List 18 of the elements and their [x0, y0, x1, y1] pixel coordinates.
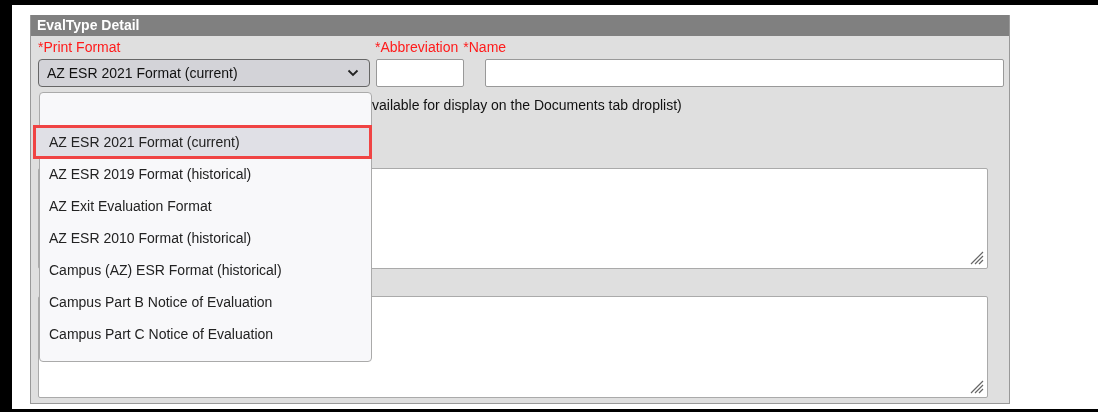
resize-grip-icon	[970, 380, 984, 394]
dropdown-option[interactable]: Campus (AZ) ESR Format (historical)	[40, 254, 371, 286]
dropdown-option[interactable]: Campus Part C Notice of Evaluation	[40, 318, 371, 350]
dropdown-option[interactable]: AZ ESR 2019 Format (historical)	[40, 158, 371, 190]
resize-grip-icon	[970, 251, 984, 265]
hint-text: vailable for display on the Documents tab droplist)	[372, 97, 682, 113]
field-label: *Abbreviation	[375, 39, 459, 55]
abbreviation-field[interactable]	[376, 59, 464, 87]
dropdown-option[interactable]: Campus Part B Notice of Evaluation	[40, 286, 371, 318]
print-format-select[interactable]: AZ ESR 2021 Format (current)	[38, 59, 370, 87]
dropdown-option[interactable]: AZ ESR 2021 Format (current)	[34, 126, 371, 158]
name-field[interactable]	[485, 59, 1004, 87]
field-label: *Name	[463, 39, 507, 55]
dropdown-option[interactable]: AZ ESR 2010 Format (historical)	[40, 222, 371, 254]
panel-title: EvalType Detail	[31, 15, 1009, 36]
dropdown-option[interactable]: AZ Exit Evaluation Format	[40, 190, 371, 222]
field-label: *Print Format	[38, 39, 122, 55]
chevron-down-icon	[347, 69, 359, 77]
